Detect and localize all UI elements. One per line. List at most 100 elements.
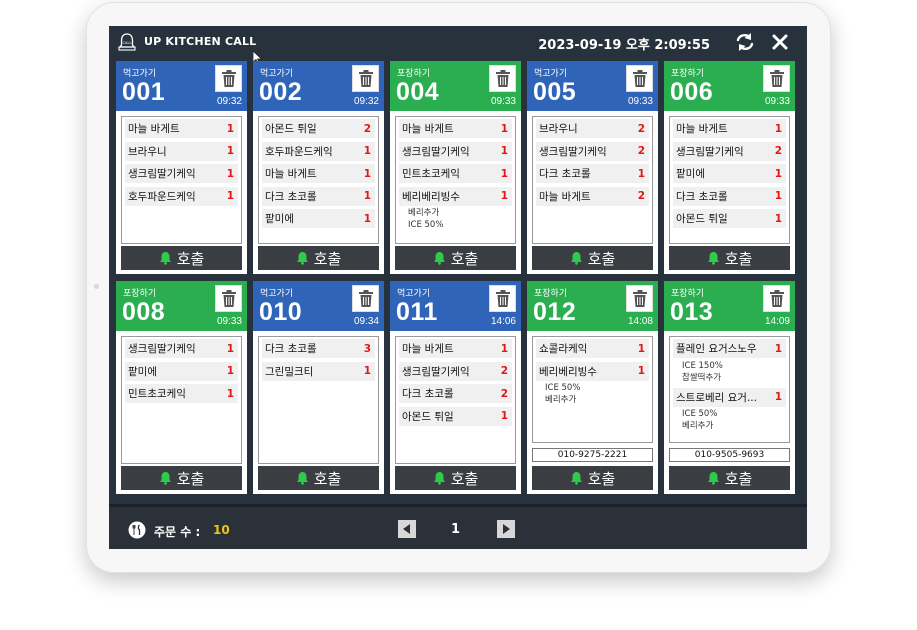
order-number: 008	[122, 298, 166, 326]
item-name: 팥미에	[676, 168, 705, 180]
call-label: 호출	[724, 469, 753, 488]
item-name: 쇼콜라케익	[539, 343, 588, 355]
delete-order-button[interactable]	[489, 285, 516, 312]
call-customer-button[interactable]: 호출	[669, 466, 790, 490]
delete-order-button[interactable]	[215, 285, 242, 312]
item-quantity: 1	[363, 365, 371, 377]
order-card: 포장하기 004 09:33 마늘 바게트 1 생크림딸기케익 1 민트초코케익…	[390, 61, 521, 274]
item-name: 그린밀크티	[265, 365, 314, 378]
call-customer-button[interactable]: 호출	[121, 466, 242, 490]
call-customer-button[interactable]: 호출	[532, 466, 653, 490]
order-card: 먹고가기 002 09:32 아몬드 튀일 2 호두파운드케익 1 마늘 바게트…	[253, 61, 384, 274]
call-customer-button[interactable]: 호출	[258, 466, 379, 490]
bell-icon	[707, 472, 719, 485]
order-item: 생크림딸기케익 1	[125, 339, 238, 358]
order-item-list: 마늘 바게트 1 브라우니 1 생크림딸기케익 1 호두파운드케익 1	[121, 116, 242, 244]
item-name: 팥미에	[265, 213, 294, 225]
item-quantity: 3	[363, 342, 371, 355]
order-item: 다크 초코롤 1	[536, 164, 649, 183]
bell-icon	[296, 252, 308, 265]
bell-icon	[159, 472, 171, 485]
call-customer-button[interactable]: 호출	[395, 246, 516, 270]
delete-order-button[interactable]	[352, 285, 379, 312]
order-time: 09:32	[353, 96, 379, 107]
call-customer-button[interactable]: 호출	[395, 466, 516, 490]
order-item: 다크 초코롤 1	[673, 186, 786, 206]
item-options: ICE 50% 베리추가	[536, 382, 649, 406]
call-customer-button[interactable]: 호출	[532, 246, 653, 270]
call-customer-button[interactable]: 호출	[121, 246, 242, 270]
item-quantity: 2	[363, 122, 371, 135]
item-quantity: 1	[226, 387, 234, 400]
order-number: 011	[396, 298, 438, 326]
prev-page-button[interactable]	[398, 520, 416, 538]
next-page-button[interactable]	[497, 520, 515, 538]
order-card: 먹고가기 005 09:33 브라우니 2 생크림딸기케익 2 다크 초코롤 1…	[527, 61, 658, 274]
delete-order-button[interactable]	[215, 65, 242, 92]
close-icon[interactable]	[769, 30, 791, 54]
order-item: 생크림딸기케익 2	[673, 141, 786, 161]
trash-icon	[222, 70, 236, 87]
refresh-icon[interactable]	[733, 30, 757, 54]
call-label: 호출	[724, 249, 753, 268]
item-name: 아몬드 튀일	[265, 123, 317, 135]
item-name: 생크림딸기케익	[128, 168, 196, 180]
item-quantity: 1	[637, 342, 645, 355]
item-quantity: 1	[226, 365, 234, 377]
call-customer-button[interactable]: 호출	[258, 246, 379, 270]
order-item-list: 마늘 바게트 1 생크림딸기케익 2 다크 초코롤 2 아몬드 튀일 1	[395, 336, 516, 464]
item-option: ICE 50%	[545, 383, 581, 393]
page-number: 1	[451, 522, 461, 537]
item-name: 호두파운드케익	[265, 145, 333, 158]
delete-order-button[interactable]	[763, 285, 790, 312]
tablet-camera	[94, 284, 99, 289]
order-item: 브라우니 1	[125, 141, 238, 161]
order-card: 먹고가기 011 14:06 마늘 바게트 1 생크림딸기케익 2 다크 초코롤…	[390, 281, 521, 494]
bell-icon	[296, 472, 308, 485]
item-name: 아몬드 튀일	[402, 410, 454, 423]
item-quantity: 2	[774, 145, 782, 157]
delete-order-button[interactable]	[352, 65, 379, 92]
trash-icon	[770, 290, 784, 307]
customer-phone: 010-9505-9693	[669, 448, 790, 462]
delete-order-button[interactable]	[489, 65, 516, 92]
order-time: 09:33	[764, 96, 790, 107]
order-card: 포장하기 006 09:33 마늘 바게트 1 생크림딸기케익 2 팥미에 1 …	[664, 61, 795, 274]
item-quantity: 1	[226, 190, 234, 202]
delete-order-button[interactable]	[626, 65, 653, 92]
item-name: 호두파운드케익	[128, 190, 196, 203]
order-item: 스트로베리 요거... 1	[673, 387, 786, 407]
call-customer-button[interactable]: 호출	[669, 246, 790, 270]
call-label: 호출	[313, 469, 342, 488]
order-item: 다크 초코롤 2	[399, 384, 512, 403]
order-item: 베리베리빙수 1	[536, 361, 649, 381]
call-label: 호출	[450, 469, 479, 488]
order-item: 팥미에 1	[673, 164, 786, 183]
order-item: 생크림딸기케익 2	[399, 361, 512, 381]
order-item: 플레인 요거스노우 1	[673, 339, 786, 358]
order-item: 마늘 바게트 1	[399, 339, 512, 358]
order-time: 09:33	[627, 96, 653, 107]
order-item: 아몬드 튀일 2	[262, 119, 375, 138]
order-card: 포장하기 012 14:08 쇼콜라케익 1 베리베리빙수 1 ICE 50% …	[527, 281, 658, 494]
item-option: 찹쌀떡추가	[682, 372, 722, 383]
item-name: 아몬드 튀일	[676, 213, 728, 225]
delete-order-button[interactable]	[763, 65, 790, 92]
item-name: 다크 초코롤	[265, 343, 317, 355]
order-number: 004	[396, 78, 440, 106]
current-datetime: 2023-09-19 오후 2:09:55	[538, 38, 710, 53]
bell-icon	[159, 252, 171, 265]
delete-order-button[interactable]	[626, 285, 653, 312]
item-name: 다크 초코롤	[402, 388, 454, 400]
item-quantity: 1	[774, 190, 782, 202]
item-name: 브라우니	[539, 123, 578, 135]
item-quantity: 1	[774, 167, 782, 180]
order-item: 팥미에 1	[125, 361, 238, 381]
item-option: 베리추가	[408, 208, 440, 218]
item-quantity: 1	[637, 365, 645, 377]
trash-icon	[496, 290, 510, 307]
trash-icon	[770, 70, 784, 87]
item-option: 베리추가	[545, 395, 577, 405]
app-title: UP KITCHEN CALL	[144, 35, 257, 48]
item-quantity: 1	[363, 212, 371, 225]
